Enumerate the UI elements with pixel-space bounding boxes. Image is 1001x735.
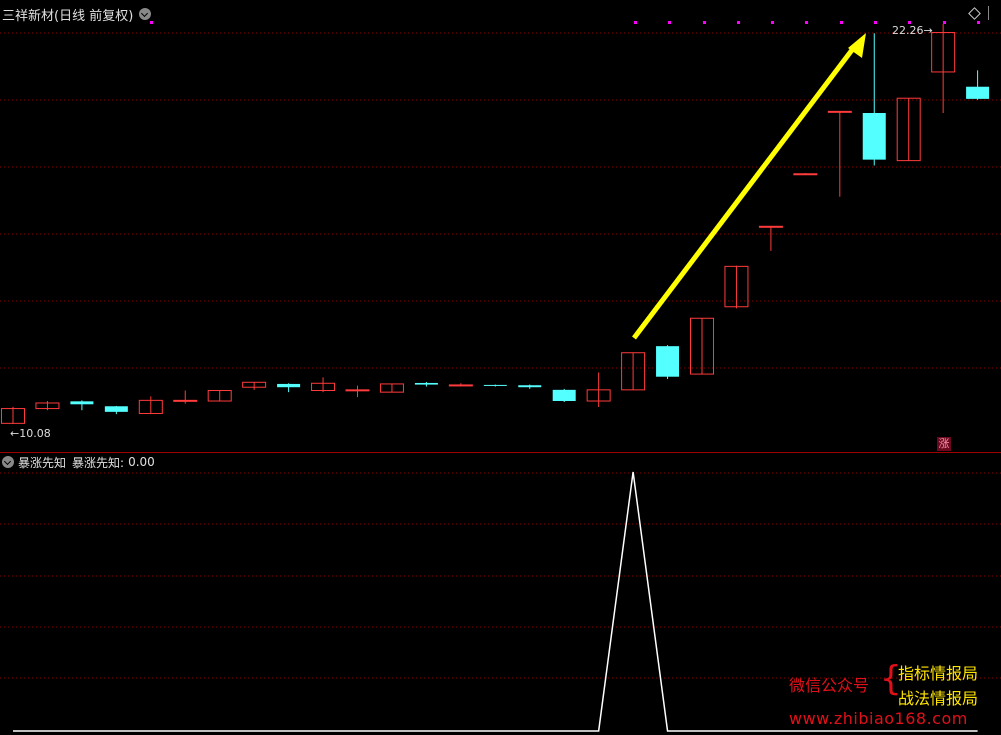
candle-body bbox=[552, 389, 576, 402]
watermark-wechat: 微信公众号 bbox=[789, 676, 870, 695]
candlestick-chart bbox=[0, 21, 1001, 732]
signal-dot bbox=[771, 21, 774, 24]
candle-body bbox=[862, 112, 886, 160]
candle-body bbox=[827, 110, 852, 113]
indicator-value: 0.00 bbox=[128, 455, 155, 469]
candle-body bbox=[173, 399, 198, 402]
signal-dot bbox=[977, 21, 980, 24]
signal-dot bbox=[150, 21, 153, 24]
signal-dot bbox=[943, 21, 946, 24]
candle-body bbox=[518, 385, 542, 388]
panel-divider bbox=[0, 452, 1001, 453]
watermark-line2: 战法情报局 bbox=[898, 689, 979, 708]
candle-body bbox=[448, 384, 473, 387]
candle-body bbox=[414, 382, 438, 385]
indicator-value-label: 暴涨先知: bbox=[72, 455, 125, 470]
candle-body bbox=[966, 86, 990, 99]
indicator-header: 暴涨先知 暴涨先知: 0.00 bbox=[0, 454, 155, 470]
candle-body bbox=[483, 384, 507, 386]
watermark-line1: 指标情报局 bbox=[898, 664, 979, 683]
signal-dot bbox=[874, 21, 877, 24]
candle-body bbox=[656, 346, 680, 377]
candle-body bbox=[70, 401, 94, 405]
signal-dot bbox=[703, 21, 706, 24]
candle-body bbox=[793, 173, 818, 176]
rise-badge: 涨 bbox=[937, 437, 951, 451]
watermark-url: www.zhibiao168.com bbox=[789, 709, 968, 728]
candle-body bbox=[277, 383, 301, 388]
low-price-label: ←10.08 bbox=[10, 427, 51, 440]
signal-dot bbox=[805, 21, 808, 24]
signal-dot bbox=[737, 21, 740, 24]
signal-dot bbox=[634, 21, 637, 24]
signal-dot bbox=[668, 21, 671, 24]
chevron-down-icon[interactable] bbox=[2, 456, 14, 468]
high-price-label: 22.26→ bbox=[892, 24, 933, 37]
trend-arrow-shaft bbox=[632, 44, 857, 340]
candle-body bbox=[104, 406, 128, 412]
indicator-name: 暴涨先知 bbox=[18, 455, 67, 470]
candle-body bbox=[758, 225, 783, 228]
candle-body bbox=[345, 389, 370, 392]
signal-dot bbox=[840, 21, 843, 24]
